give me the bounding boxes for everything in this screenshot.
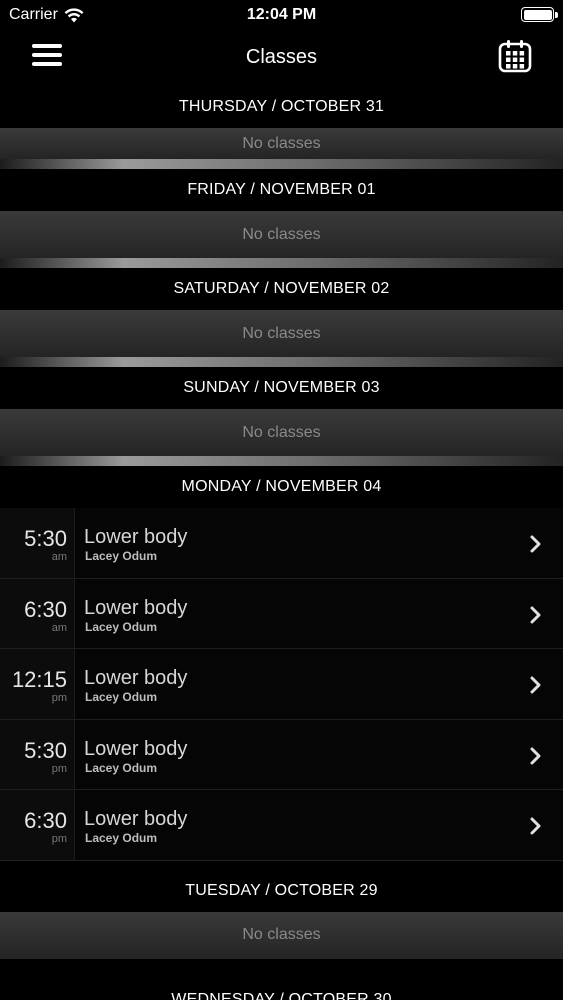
no-classes-label: No classes (0, 310, 563, 357)
class-info: Lower body Lacey Odum (75, 649, 563, 719)
class-name: Lower body (84, 526, 188, 548)
class-row[interactable]: 5:30 pm Lower body Lacey Odum (0, 719, 563, 790)
section-divider (0, 357, 563, 367)
class-time: 6:30 (24, 808, 67, 833)
class-time: 6:30 (24, 596, 67, 622)
class-time: 12:15 (11, 667, 67, 692)
no-classes-label: No classes (0, 409, 563, 456)
class-schedule-list[interactable]: THURSDAY / OCTOBER 31 No classes FRIDAY … (0, 86, 563, 1000)
class-row[interactable]: 6:30 pm Lower body Lacey Odum (0, 790, 563, 861)
time-cell: 6:30 am (0, 578, 75, 648)
class-name: Lower body (84, 667, 188, 689)
class-ampm: pm (51, 762, 67, 775)
calendar-icon[interactable] (498, 39, 532, 73)
class-instructor: Lacey Odum (85, 831, 158, 845)
section-divider (0, 159, 563, 169)
day-section: MONDAY / NOVEMBER 04 5:30 am Lower body … (0, 466, 563, 861)
chevron-right-icon (530, 817, 541, 835)
chevron-right-icon (530, 535, 541, 553)
day-section: FRIDAY / NOVEMBER 01 No classes (0, 169, 563, 268)
no-classes-label: No classes (0, 128, 563, 159)
class-name: Lower body (84, 808, 188, 830)
battery-icon (521, 7, 554, 22)
day-header: SATURDAY / NOVEMBER 02 (0, 268, 563, 310)
class-info: Lower body Lacey Odum (75, 508, 563, 578)
class-time: 5:30 (24, 526, 67, 551)
day-section: THURSDAY / OCTOBER 31 No classes (0, 86, 563, 169)
class-row[interactable]: 12:15 pm Lower body Lacey Odum (0, 649, 563, 720)
class-instructor: Lacey Odum (85, 549, 158, 563)
day-section: SUNDAY / NOVEMBER 03 No classes (0, 367, 563, 466)
time-cell: 6:30 pm (0, 790, 75, 860)
class-row[interactable]: 5:30 am Lower body Lacey Odum (0, 508, 563, 579)
day-header: TUESDAY / OCTOBER 29 (0, 860, 563, 912)
day-header: WEDNESDAY / OCTOBER 30 (0, 958, 563, 1000)
class-info: Lower body Lacey Odum (75, 579, 563, 649)
class-row[interactable]: 6:30 am Lower body Lacey Odum (0, 578, 563, 649)
no-classes-label: No classes (0, 911, 563, 959)
chevron-right-icon (530, 747, 541, 764)
class-name: Lower body (84, 596, 188, 619)
class-name: Lower body (84, 737, 188, 760)
status-bar: Carrier 12:04 PM (0, 0, 563, 30)
day-header: FRIDAY / NOVEMBER 01 (0, 169, 563, 211)
day-header: SUNDAY / NOVEMBER 03 (0, 367, 563, 409)
battery-cap (555, 12, 558, 18)
day-header: THURSDAY / OCTOBER 31 (0, 86, 563, 128)
time-cell: 5:30 am (0, 508, 75, 578)
class-info: Lower body Lacey Odum (75, 720, 563, 790)
chevron-right-icon (530, 676, 541, 694)
status-time: 12:04 PM (246, 6, 317, 23)
class-instructor: Lacey Odum (85, 760, 158, 775)
class-info: Lower body Lacey Odum (75, 790, 563, 860)
day-section: SATURDAY / NOVEMBER 02 No classes (0, 268, 563, 367)
section-divider (0, 456, 563, 466)
day-section: TUESDAY / OCTOBER 29 No classes (0, 860, 563, 959)
time-cell: 12:15 pm (0, 649, 75, 719)
day-section: WEDNESDAY / OCTOBER 30 (0, 958, 563, 1000)
section-divider (0, 258, 563, 268)
class-ampm: am (51, 621, 67, 634)
nav-bar: Classes (0, 30, 563, 86)
chevron-right-icon (530, 606, 541, 623)
class-instructor: Lacey Odum (85, 690, 158, 704)
class-ampm: pm (51, 833, 67, 845)
class-ampm: am (51, 551, 67, 563)
day-header: MONDAY / NOVEMBER 04 (0, 466, 563, 508)
class-ampm: pm (51, 692, 67, 704)
class-time: 5:30 (24, 737, 67, 763)
page-title: Classes (245, 46, 318, 68)
time-cell: 5:30 pm (0, 719, 75, 789)
class-instructor: Lacey Odum (85, 619, 158, 634)
no-classes-label: No classes (0, 211, 563, 258)
